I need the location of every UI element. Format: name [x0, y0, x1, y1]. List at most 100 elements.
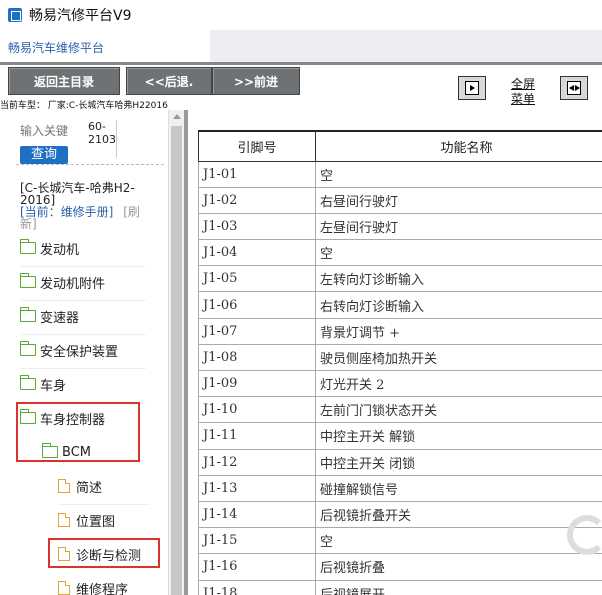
table-row: J1-13 碰撞解锁信号: [198, 474, 602, 502]
table-row: J1-10 左前门门锁状态开关: [198, 396, 602, 424]
pin-cell: J1-16: [198, 553, 316, 581]
watermark-logo: [567, 515, 602, 555]
table-row: J1-16 后视镜折叠: [198, 553, 602, 581]
pin-cell: J1-12: [198, 448, 316, 476]
table-row: J1-03 左昼间行驶灯: [198, 212, 602, 241]
function-cell: 右转向灯诊断输入: [315, 291, 602, 319]
pin-cell: J1-03: [198, 212, 316, 241]
function-cell: 碰撞解锁信号: [315, 474, 602, 502]
fullscreen-label: 全屏: [510, 77, 535, 91]
tree-item-location[interactable]: 位置图: [58, 510, 115, 530]
pin-cell: J1-18: [198, 579, 316, 595]
table-row: J1-18后视镜展开: [198, 579, 602, 595]
table-row: J1-12 中控主开关 闭锁: [198, 448, 602, 476]
function-cell: 左前门门锁状态开关: [315, 396, 602, 424]
menu-label: 菜单: [510, 92, 535, 106]
refresh-link-cont[interactable]: 新]: [20, 218, 150, 230]
pin-cell: J1-15: [198, 527, 316, 555]
pin-cell: J1-08: [198, 343, 316, 372]
pin-cell: J1-10: [198, 396, 316, 424]
table-row: J1-05 左转向灯诊断输入: [198, 265, 602, 293]
function-cell: 空: [315, 527, 602, 555]
function-cell: 空: [315, 160, 602, 188]
tree-item-engine-accessories[interactable]: 发动机附件: [20, 272, 105, 292]
folder-icon: [20, 375, 36, 390]
folder-icon: [20, 239, 36, 254]
toggle-icon: [567, 81, 581, 95]
function-cell: 中控主开关 闭锁: [315, 448, 602, 476]
title-bar: 畅易汽修平台V9: [0, 0, 602, 30]
folder-icon: [20, 341, 36, 356]
tree-item-bcm[interactable]: BCM: [42, 442, 91, 462]
pin-cell: J1-14: [198, 500, 316, 529]
function-cell: 后视镜展开: [315, 579, 602, 595]
vehicle-info: [C-长城汽车-哈弗H2- 2016] [当前：维修手册] [刷 新]: [20, 182, 150, 230]
back-button[interactable]: <<后退.: [126, 67, 212, 95]
pin-table: 引脚号 功能名称 J1-01 空 J1-02 右昼间行驶灯 J1-03 左昼间行驶灯 J1-…: [198, 130, 602, 595]
home-button[interactable]: 返回主目录: [8, 67, 120, 95]
expand-icon: [465, 81, 479, 95]
forward-button[interactable]: >>前进: [212, 67, 300, 95]
folder-icon: [20, 273, 36, 288]
table-row: J1-15 空: [198, 527, 602, 555]
pin-cell: J1-04: [198, 239, 316, 267]
pin-cell: J1-01: [198, 160, 316, 188]
divider: [20, 334, 146, 335]
content-pane: 引脚号 功能名称 J1-01 空 J1-02 右昼间行驶灯 J1-03 左昼间行驶灯 J1-…: [188, 110, 602, 595]
pin-cell: J1-05: [198, 265, 316, 293]
function-cell: 左昼间行驶灯: [315, 212, 602, 241]
pin-cell: J1-07: [198, 317, 316, 345]
table-row: J1-08 驶员侧座椅加热开关: [198, 343, 602, 372]
function-cell: 右昼间行驶灯: [315, 186, 602, 214]
function-cell: 驶员侧座椅加热开关: [315, 343, 602, 372]
tree-item-safety[interactable]: 安全保护装置: [20, 340, 118, 360]
table-row: J1-01 空: [198, 160, 602, 188]
divider: [16, 164, 164, 165]
left-panel: 60- 2103 查询 [C-长城汽车-哈弗H2- 2016] [当前：维修手册…: [0, 110, 168, 595]
pin-table-body: J1-01 空 J1-02 右昼间行驶灯 J1-03 左昼间行驶灯 J1-04 空 J1-05 左…: [198, 160, 602, 595]
tab-bar: 畅易汽车维修平台: [0, 30, 602, 62]
divider: [20, 368, 146, 369]
function-cell: 中控主开关 解锁: [315, 422, 602, 450]
table-row: J1-04 空: [198, 239, 602, 267]
tab-main[interactable]: 畅易汽车维修平台: [0, 30, 210, 62]
fullscreen-menu-link[interactable]: 全屏 菜单: [506, 77, 540, 107]
query-button[interactable]: 查询: [20, 146, 68, 164]
search-input[interactable]: [20, 120, 68, 142]
toggle-panel-button[interactable]: [560, 76, 588, 100]
table-row: J1-06 右转向灯诊断输入: [198, 291, 602, 319]
scroll-up-icon[interactable]: [173, 114, 181, 119]
tree-item-repair[interactable]: 维修程序: [58, 578, 128, 595]
scrollbar[interactable]: [168, 110, 184, 595]
search-code: 60- 2103: [88, 120, 116, 146]
tree-item-body[interactable]: 车身: [20, 374, 66, 394]
scroll-thumb[interactable]: [171, 126, 182, 595]
function-cell: 后视镜折叠开关: [315, 500, 602, 529]
table-row: J1-02 右昼间行驶灯: [198, 186, 602, 214]
divider: [20, 300, 146, 301]
tree-item-overview[interactable]: 简述: [58, 476, 102, 496]
pin-cell: J1-02: [198, 186, 316, 214]
tree-item-transmission[interactable]: 变速器: [20, 306, 79, 326]
expand-panel-button[interactable]: [458, 76, 486, 100]
folder-icon: [20, 307, 36, 322]
divider: [58, 504, 150, 505]
column-header: 功能名称: [315, 130, 602, 162]
search-area: 60- 2103 查询: [20, 120, 150, 166]
table-row: J1-07 背景灯调节 +: [198, 317, 602, 345]
pin-cell: J1-11: [198, 422, 316, 450]
refresh-link[interactable]: [刷: [123, 205, 140, 219]
search-divider: [116, 120, 117, 158]
window-title: 畅易汽修平台V9: [29, 8, 132, 24]
tree-item-engine[interactable]: 发动机: [20, 238, 79, 258]
table-row: J1-09 灯光开关 2: [198, 369, 602, 398]
table-row: J1-11 中控主开关 解锁: [198, 422, 602, 450]
table-row: J1-14 后视镜折叠开关: [198, 500, 602, 529]
function-cell: 后视镜折叠: [315, 553, 602, 581]
divider: [20, 266, 146, 267]
highlight-box: [48, 538, 160, 568]
table-header-row: 引脚号 功能名称: [198, 130, 602, 162]
document-icon: [58, 479, 70, 493]
document-icon: [58, 513, 70, 527]
app-icon: [8, 8, 22, 22]
